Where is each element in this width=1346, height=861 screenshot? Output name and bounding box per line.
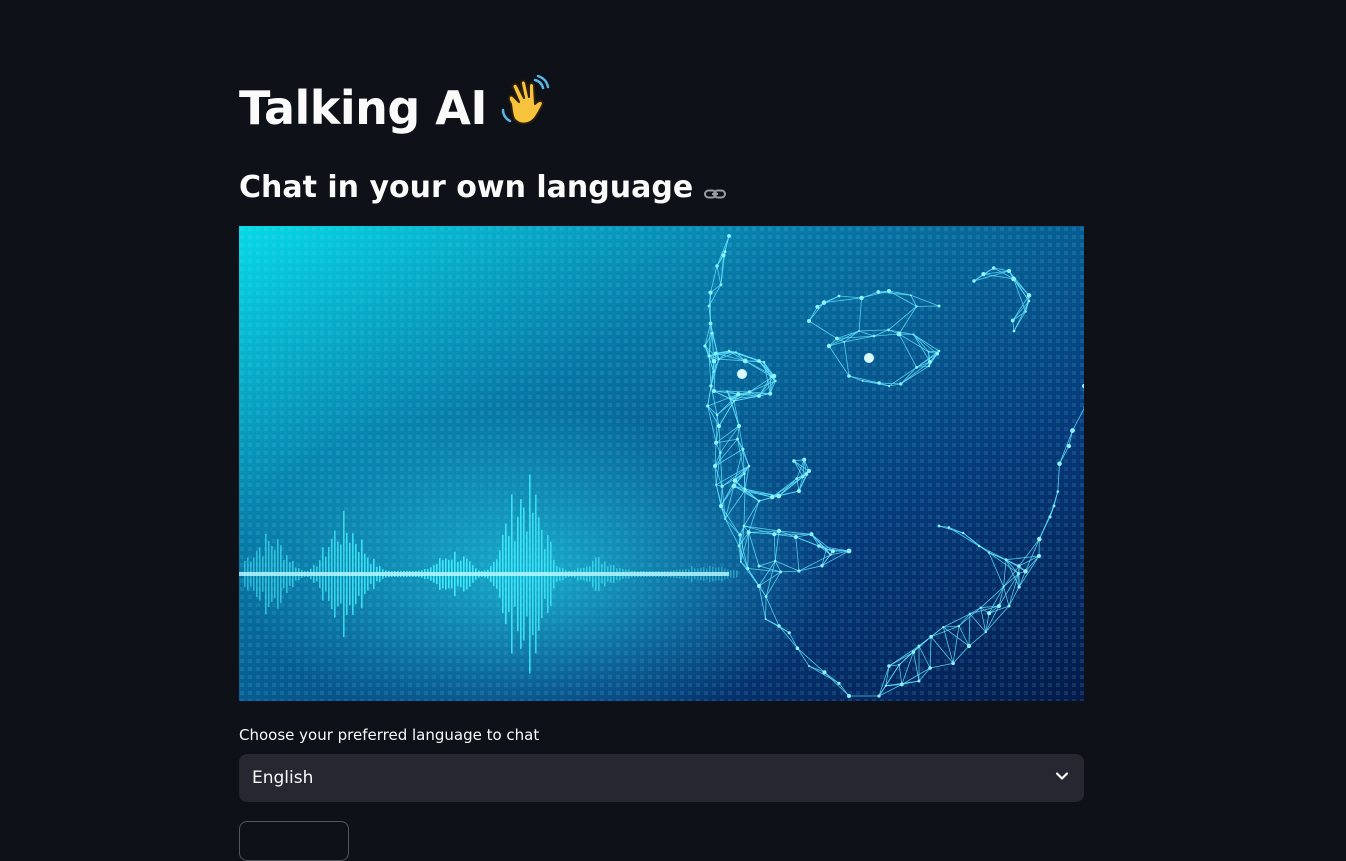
language-select-value: English bbox=[252, 768, 313, 788]
ai-face-soundwave-image bbox=[239, 226, 1084, 701]
page-title: Talking AI bbox=[239, 74, 551, 144]
language-select-label: Choose your preferred language to chat bbox=[239, 724, 539, 746]
link-icon[interactable] bbox=[703, 176, 727, 200]
page-title-text: Talking AI bbox=[239, 81, 487, 135]
waving-hand-icon bbox=[497, 74, 551, 144]
hero-image bbox=[239, 226, 1084, 701]
chevron-down-icon bbox=[1053, 767, 1071, 789]
action-button[interactable] bbox=[239, 821, 349, 861]
language-select[interactable]: English bbox=[239, 754, 1084, 802]
subheader-text: Chat in your own language bbox=[239, 167, 693, 209]
subheader: Chat in your own language bbox=[239, 167, 727, 209]
